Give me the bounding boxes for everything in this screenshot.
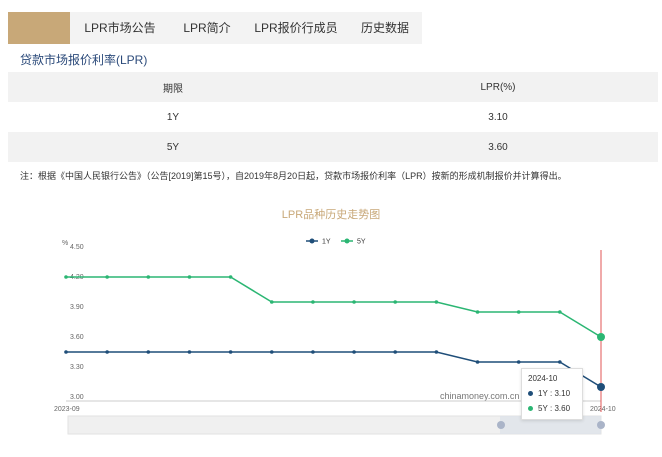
legend-label: 1Y [322,239,331,246]
zoom-handle-right [597,421,605,429]
data-point [475,310,480,314]
series-5y-marker [528,406,533,411]
data-point [105,275,109,279]
tooltip-date: 2024-10 [528,374,558,383]
data-point [393,350,398,354]
tooltip-series-name: 5Y [538,404,548,413]
data-point [228,350,233,354]
y-tick-label: 3.90 [70,304,84,311]
data-point [64,275,68,279]
data-point [269,350,274,354]
y-tick-label: 3.30 [70,364,84,371]
chart-tooltip: 2024-10 1Y : 3.10 5Y : 3.60 [521,368,583,420]
data-point [105,350,109,354]
data-point [146,275,151,279]
series-line-5y [66,276,602,338]
tooltip-series-value: 3.10 [554,389,571,398]
data-point [187,275,192,279]
legend-swatch-dot [344,238,350,244]
data-point [597,383,605,391]
tooltip-series-value: 3.60 [554,404,571,413]
series-1y-marker [528,391,533,396]
data-point [352,350,356,354]
x-tick-label: 2023-09 [54,406,80,413]
data-point [558,310,562,314]
x-tick-label: 2024-10 [590,406,616,413]
y-unit-label: % [62,240,68,247]
data-point [558,360,562,364]
data-point [352,300,356,304]
watermark: chinamoney.com.cn [440,391,519,401]
data-point [64,350,68,354]
tooltip-row-5y: 5Y : 3.60 [528,404,576,413]
data-point [311,350,315,354]
y-tick-label: 3.00 [70,394,84,401]
y-tick-label: 3.60 [70,334,84,341]
data-point [311,300,315,304]
data-point [187,350,192,354]
data-point [516,310,521,314]
tooltip-series-name: 1Y [538,389,548,398]
data-point [597,333,605,341]
tooltip-row-1y: 1Y : 3.10 [528,389,576,398]
data-point [146,350,151,354]
data-point [434,350,439,354]
data-point [434,300,439,304]
legend-swatch-dot [309,238,315,244]
data-point [269,300,274,304]
data-point [393,300,398,304]
data-point [516,360,521,364]
zoom-handle-left [497,421,505,429]
data-point [475,360,480,364]
data-point [228,275,233,279]
y-tick-label: 4.50 [70,244,84,251]
legend-label: 5Y [357,239,366,246]
